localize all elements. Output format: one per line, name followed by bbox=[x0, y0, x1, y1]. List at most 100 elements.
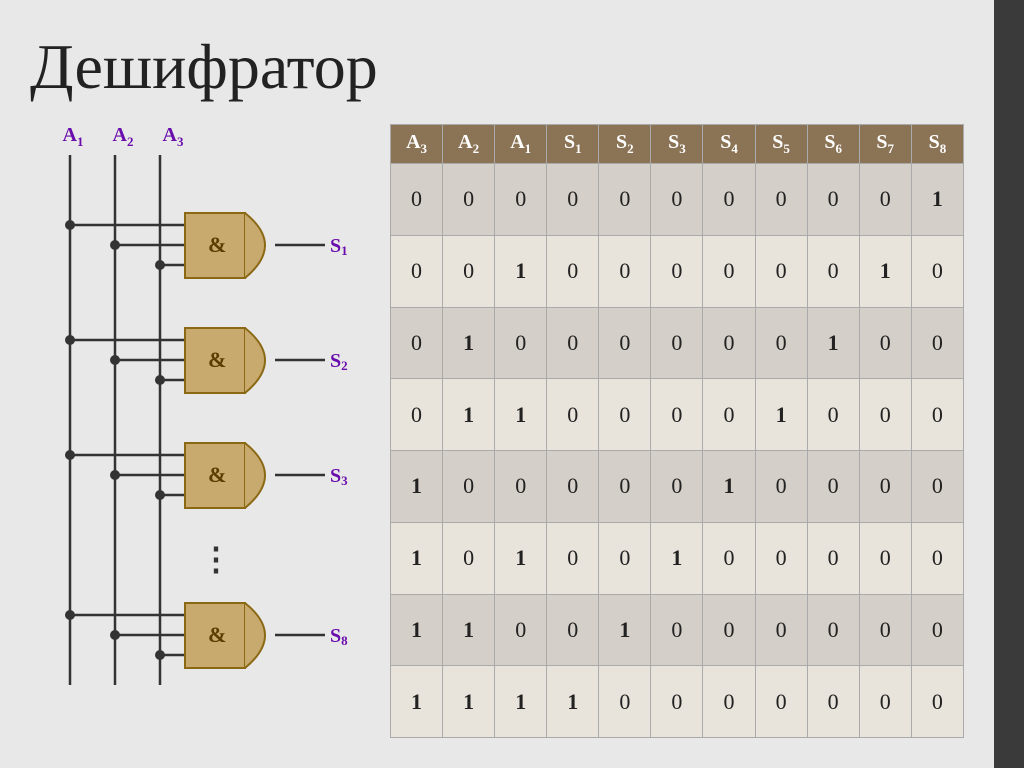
table-cell: 0 bbox=[807, 451, 859, 523]
col-header-s3: S3 bbox=[651, 125, 703, 164]
table-cell: 0 bbox=[599, 164, 651, 236]
circuit-svg: & S1 & S2 bbox=[30, 155, 370, 695]
table-cell: 0 bbox=[651, 235, 703, 307]
table-cell: 0 bbox=[807, 666, 859, 738]
table-cell: 0 bbox=[599, 451, 651, 523]
table-row: 11001000000 bbox=[391, 594, 964, 666]
table-cell: 0 bbox=[755, 451, 807, 523]
table-cell: 0 bbox=[703, 164, 755, 236]
table-cell: 0 bbox=[859, 522, 911, 594]
svg-text:S3: S3 bbox=[330, 465, 348, 488]
table-cell: 0 bbox=[651, 451, 703, 523]
table-cell: 0 bbox=[755, 235, 807, 307]
table-cell: 1 bbox=[703, 451, 755, 523]
page-title: Дешифратор bbox=[30, 30, 964, 104]
table-cell: 1 bbox=[391, 522, 443, 594]
svg-text:&: & bbox=[208, 462, 226, 487]
table-row: 10000010000 bbox=[391, 451, 964, 523]
table-cell: 0 bbox=[547, 164, 599, 236]
table-cell: 1 bbox=[495, 235, 547, 307]
table-cell: 0 bbox=[859, 666, 911, 738]
table-cell: 0 bbox=[547, 594, 599, 666]
col-header-s2: S2 bbox=[599, 125, 651, 164]
table-cell: 0 bbox=[651, 307, 703, 379]
table-cell: 0 bbox=[391, 235, 443, 307]
table-cell: 0 bbox=[651, 666, 703, 738]
table-cell: 0 bbox=[911, 235, 963, 307]
svg-text:S8: S8 bbox=[330, 625, 348, 648]
table-cell: 0 bbox=[547, 522, 599, 594]
table-cell: 0 bbox=[807, 164, 859, 236]
table-cell: 0 bbox=[703, 594, 755, 666]
table-cell: 0 bbox=[911, 379, 963, 451]
table-cell: 1 bbox=[495, 379, 547, 451]
table-cell: 1 bbox=[911, 164, 963, 236]
table-cell: 0 bbox=[807, 235, 859, 307]
table-cell: 0 bbox=[859, 451, 911, 523]
label-a1: A1 bbox=[48, 124, 98, 150]
input-labels: A1 A2 A3 bbox=[30, 124, 370, 150]
table-cell: 0 bbox=[391, 379, 443, 451]
table-cell: 1 bbox=[391, 666, 443, 738]
table-cell: 0 bbox=[391, 307, 443, 379]
table-cell: 0 bbox=[495, 594, 547, 666]
table-cell: 0 bbox=[391, 164, 443, 236]
svg-text:&: & bbox=[208, 347, 226, 372]
table-cell: 1 bbox=[547, 666, 599, 738]
table-cell: 0 bbox=[651, 379, 703, 451]
table-cell: 1 bbox=[443, 594, 495, 666]
table-cell: 0 bbox=[755, 164, 807, 236]
table-cell: 0 bbox=[599, 379, 651, 451]
table-cell: 0 bbox=[755, 666, 807, 738]
table-cell: 0 bbox=[859, 594, 911, 666]
table-cell: 0 bbox=[599, 666, 651, 738]
table-cell: 1 bbox=[443, 379, 495, 451]
table-cell: 0 bbox=[911, 522, 963, 594]
col-header-s5: S5 bbox=[755, 125, 807, 164]
table-cell: 0 bbox=[911, 307, 963, 379]
table-header-row: A3 A2 A1 S1 S2 S3 S4 S5 S6 S7 S8 bbox=[391, 125, 964, 164]
table-cell: 0 bbox=[651, 164, 703, 236]
table-cell: 0 bbox=[807, 522, 859, 594]
circuit-diagram: & S1 & S2 bbox=[30, 155, 370, 695]
table-cell: 0 bbox=[443, 164, 495, 236]
table-cell: 0 bbox=[495, 451, 547, 523]
table-row: 10100100000 bbox=[391, 522, 964, 594]
table-cell: 0 bbox=[443, 451, 495, 523]
table-cell: 0 bbox=[495, 164, 547, 236]
table-cell: 0 bbox=[755, 307, 807, 379]
truth-table: A3 A2 A1 S1 S2 S3 S4 S5 S6 S7 S8 0000000… bbox=[390, 124, 964, 738]
table-cell: 1 bbox=[651, 522, 703, 594]
table-cell: 0 bbox=[443, 522, 495, 594]
table-cell: 0 bbox=[547, 235, 599, 307]
table-cell: 0 bbox=[599, 235, 651, 307]
col-header-a3: A3 bbox=[391, 125, 443, 164]
col-header-s6: S6 bbox=[807, 125, 859, 164]
col-header-a2: A2 bbox=[443, 125, 495, 164]
table-cell: 0 bbox=[547, 451, 599, 523]
main-container: Дешифратор A1 A2 A3 bbox=[0, 0, 994, 768]
table-cell: 1 bbox=[391, 451, 443, 523]
table-cell: 0 bbox=[703, 379, 755, 451]
table-cell: 0 bbox=[703, 235, 755, 307]
table-cell: 0 bbox=[703, 522, 755, 594]
table-cell: 0 bbox=[859, 379, 911, 451]
table-row: 01100001000 bbox=[391, 379, 964, 451]
table-cell: 1 bbox=[807, 307, 859, 379]
table-cell: 0 bbox=[547, 379, 599, 451]
table-cell: 0 bbox=[807, 379, 859, 451]
table-cell: 0 bbox=[599, 522, 651, 594]
table-cell: 0 bbox=[755, 522, 807, 594]
svg-text:&: & bbox=[208, 232, 226, 257]
table-cell: 0 bbox=[599, 307, 651, 379]
table-cell: 1 bbox=[391, 594, 443, 666]
svg-text:S1: S1 bbox=[330, 235, 348, 258]
table-cell: 0 bbox=[911, 451, 963, 523]
label-a2: A2 bbox=[98, 124, 148, 150]
col-header-s8: S8 bbox=[911, 125, 963, 164]
table-cell: 1 bbox=[495, 666, 547, 738]
table-cell: 1 bbox=[495, 522, 547, 594]
table-row: 11110000000 bbox=[391, 666, 964, 738]
table-cell: 0 bbox=[859, 164, 911, 236]
table-row: 00100000010 bbox=[391, 235, 964, 307]
